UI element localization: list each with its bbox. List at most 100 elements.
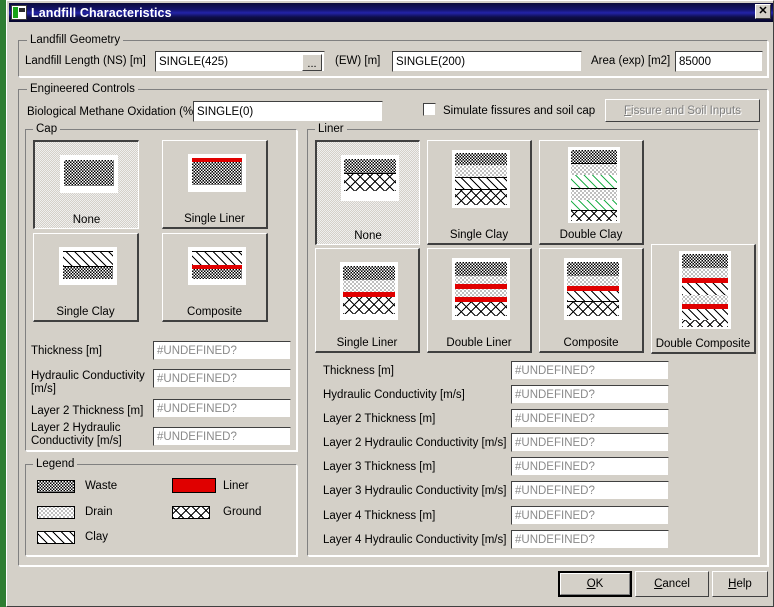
help-button[interactable]: Help xyxy=(712,571,768,597)
cancel-button-label: Cancel xyxy=(654,578,690,590)
engineered-controls-legend: Engineered Controls xyxy=(27,83,138,95)
dialog-window: Landfill Characteristics ✕ Landfill Geom… xyxy=(6,0,774,607)
help-button-label: Help xyxy=(728,578,752,590)
cap-field-label-1: Hydraulic Conductivity [m/s] xyxy=(31,370,145,395)
legend-swatch-liner xyxy=(172,478,216,493)
liner-field-value-1: #UNDEFINED? xyxy=(515,388,595,401)
liner-field-value-6: #UNDEFINED? xyxy=(515,509,595,522)
ok-button-accel: O xyxy=(586,578,596,590)
cap-tile-single-liner[interactable]: Single Liner xyxy=(162,140,268,229)
cap-tile-none[interactable]: None xyxy=(33,140,139,229)
liner-field-value-5: #UNDEFINED? xyxy=(515,484,595,497)
cap-tile-none-label: None xyxy=(72,214,101,226)
cap-single-liner-graphic xyxy=(188,154,246,192)
cap-field-value-3: #UNDEFINED? xyxy=(157,430,237,443)
fissure-button-accel: F xyxy=(624,104,632,117)
cap-field-input-1[interactable]: #UNDEFINED? xyxy=(153,369,291,388)
liner-tile-single-liner-label: Single Liner xyxy=(336,337,398,349)
ew-value: SINGLE(200) xyxy=(396,55,466,68)
ok-button[interactable]: OK xyxy=(558,571,632,597)
liner-field-input-3[interactable]: #UNDEFINED? xyxy=(511,433,669,452)
cap-field-value-2: #UNDEFINED? xyxy=(157,402,237,415)
fissure-button-rest: issure and Soil Inputs xyxy=(631,104,741,117)
liner-field-label-4: Layer 3 Thickness [m] xyxy=(323,461,436,473)
close-icon[interactable]: ✕ xyxy=(755,4,771,19)
length-ns-input[interactable]: SINGLE(425) ... xyxy=(155,51,325,72)
fissure-and-soil-inputs-button[interactable]: Fissure and Soil Inputs xyxy=(605,99,760,122)
liner-field-value-2: #UNDEFINED? xyxy=(515,412,595,425)
cancel-button[interactable]: Cancel xyxy=(635,571,709,597)
area-value: 85000 xyxy=(679,55,711,68)
liner-field-input-1[interactable]: #UNDEFINED? xyxy=(511,385,669,404)
length-ns-browse-button[interactable]: ... xyxy=(302,54,322,71)
legend-swatch-clay xyxy=(37,531,75,544)
cap-composite-graphic xyxy=(188,247,246,285)
landfill-geometry-legend: Landfill Geometry xyxy=(27,34,124,46)
area-label: Area (exp) [m2] xyxy=(591,55,671,67)
ew-input[interactable]: SINGLE(200) xyxy=(392,51,582,72)
liner-single-clay-graphic xyxy=(452,150,510,208)
liner-field-label-6: Layer 4 Thickness [m] xyxy=(323,510,436,522)
simulate-fissures-checkbox[interactable] xyxy=(423,103,436,116)
ok-button-label: OK xyxy=(586,578,604,590)
legend-swatch-drain xyxy=(37,506,75,519)
liner-tile-double-clay[interactable]: Double Clay xyxy=(539,140,644,245)
liner-tile-single-liner[interactable]: Single Liner xyxy=(315,248,420,353)
cap-none-graphic xyxy=(60,155,118,193)
liner-field-input-4[interactable]: #UNDEFINED? xyxy=(511,457,669,476)
methane-value: SINGLE(0) xyxy=(197,105,254,118)
liner-field-input-0[interactable]: #UNDEFINED? xyxy=(511,361,669,380)
liner-field-input-5[interactable]: #UNDEFINED? xyxy=(511,481,669,500)
liner-tile-none-label: None xyxy=(354,230,382,242)
legend-group-legend: Legend xyxy=(33,458,78,470)
area-input[interactable]: 85000 xyxy=(675,51,763,72)
liner-single-liner-graphic xyxy=(340,262,398,320)
liner-tile-double-clay-label: Double Clay xyxy=(559,229,623,241)
cap-legend: Cap xyxy=(33,123,61,135)
legend-label-ground: Ground xyxy=(223,506,262,518)
legend-swatch-waste xyxy=(37,480,75,493)
cap-field-value-1: #UNDEFINED? xyxy=(157,372,237,385)
title-bar: Landfill Characteristics ✕ xyxy=(9,3,773,22)
liner-field-input-2[interactable]: #UNDEFINED? xyxy=(511,409,669,428)
liner-tile-double-liner-label: Double Liner xyxy=(446,337,512,349)
liner-tile-none[interactable]: None xyxy=(315,140,420,245)
liner-double-composite-graphic xyxy=(679,251,731,329)
cap-tile-single-clay-label: Single Clay xyxy=(56,306,115,318)
liner-double-clay-graphic xyxy=(568,147,620,223)
liner-field-label-3: Layer 2 Hydraulic Conductivity [m/s] xyxy=(323,437,507,449)
liner-double-liner-graphic xyxy=(452,258,510,320)
cap-single-clay-graphic xyxy=(59,247,117,285)
length-ns-value: SINGLE(425) xyxy=(159,55,229,68)
liner-tile-double-liner[interactable]: Double Liner xyxy=(427,248,532,353)
cap-tile-composite-label: Composite xyxy=(187,306,242,318)
fissure-button-label: Fissure and Soil Inputs xyxy=(624,105,741,117)
liner-field-label-2: Layer 2 Thickness [m] xyxy=(323,413,436,425)
cap-field-label-2: Layer 2 Thickness [m] xyxy=(31,405,144,417)
length-ns-label: Landfill Length (NS) [m] xyxy=(25,55,146,67)
liner-field-label-5: Layer 3 Hydraulic Conductivity [m/s] xyxy=(323,485,507,497)
cap-field-input-3[interactable]: #UNDEFINED? xyxy=(153,427,291,446)
landfill-app-icon xyxy=(11,5,27,20)
liner-tile-double-composite[interactable]: Double Composite xyxy=(651,244,756,354)
legend-label-drain: Drain xyxy=(85,506,113,518)
cap-tile-composite[interactable]: Composite xyxy=(162,233,268,322)
liner-field-input-6[interactable]: #UNDEFINED? xyxy=(511,506,669,525)
cap-tile-single-clay[interactable]: Single Clay xyxy=(33,233,139,322)
liner-field-input-7[interactable]: #UNDEFINED? xyxy=(511,530,669,549)
liner-tile-double-composite-label: Double Composite xyxy=(655,338,751,350)
liner-tile-composite[interactable]: Composite xyxy=(539,248,644,353)
liner-legend: Liner xyxy=(315,123,347,135)
cap-field-input-2[interactable]: #UNDEFINED? xyxy=(153,399,291,418)
legend-label-clay: Clay xyxy=(85,531,109,543)
liner-field-value-7: #UNDEFINED? xyxy=(515,533,595,546)
cap-field-label-3: Layer 2 Hydraulic Conductivity [m/s] xyxy=(31,422,122,447)
cap-field-input-0[interactable]: #UNDEFINED? xyxy=(153,341,291,360)
legend-label-waste: Waste xyxy=(85,480,118,492)
liner-field-label-7: Layer 4 Hydraulic Conductivity [m/s] xyxy=(323,534,507,546)
liner-tile-single-clay[interactable]: Single Clay xyxy=(427,140,532,245)
methane-input[interactable]: SINGLE(0) xyxy=(193,101,383,122)
legend-swatch-ground xyxy=(172,506,210,519)
window-title: Landfill Characteristics xyxy=(31,5,172,20)
ew-label: (EW) [m] xyxy=(335,55,381,67)
